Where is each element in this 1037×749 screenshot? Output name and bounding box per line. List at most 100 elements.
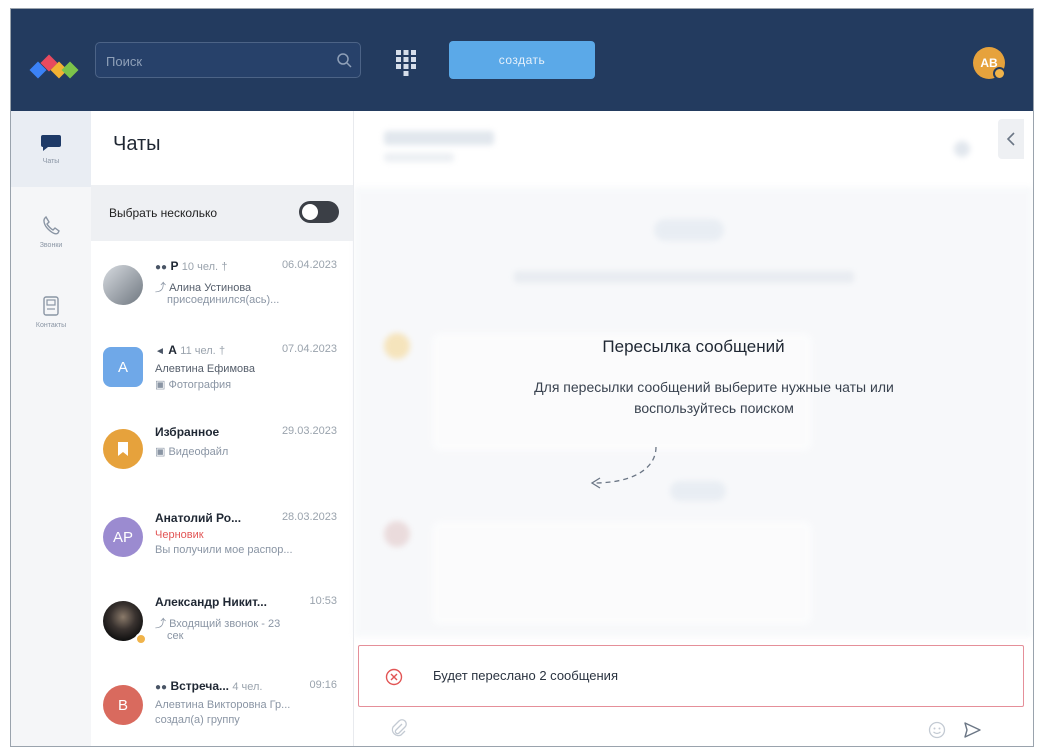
chat-preview: Видеофайл [168, 446, 229, 458]
chat-line2: ⤴ Алина Устинова [155, 279, 345, 295]
chat-list-item[interactable]: ●● Р 10 чел. † 06.04.2023 ⤴ Алина Устино… [91, 245, 353, 325]
chat-avatar: AP [103, 517, 143, 557]
chat-preview: Вы получили мое распор... [155, 544, 293, 556]
member-count: 4 чел. [232, 681, 263, 693]
select-multiple-label: Выбрать несколько [109, 206, 218, 220]
chat-date: 29.03.2023 [281, 425, 337, 437]
bookmark-icon [103, 429, 143, 469]
chat-date: 09:16 [309, 679, 337, 691]
chat-header: ◄ А 11 чел. † 07.04.2023 [155, 343, 345, 357]
search-input[interactable] [104, 43, 328, 79]
avatar-initials: AP [112, 528, 133, 546]
chat-preview: Входящий звонок - 23 [169, 618, 281, 630]
pin-icon: † [219, 345, 226, 357]
chat-header: Избранное 29.03.2023 [155, 425, 345, 439]
call-icon: ⤴ [155, 618, 170, 630]
chat-name: Встреча... [170, 679, 230, 693]
app-window: создать AB Чаты Звонки Контакты [10, 8, 1034, 747]
sidebar-item-contacts[interactable]: Контакты [11, 273, 91, 349]
dialpad-icon[interactable] [395, 49, 417, 77]
phone-icon [954, 141, 970, 157]
chat-avatar: A [103, 347, 143, 387]
panel-title: Чаты [113, 133, 161, 155]
sidebar: Чаты Звонки Контакты [11, 111, 92, 746]
select-multiple-row[interactable]: Выбрать несколько [91, 185, 353, 241]
chat-avatar-photo [103, 265, 143, 305]
chevron-left-icon [1006, 132, 1015, 146]
search-icon[interactable] [336, 52, 352, 68]
user-avatar[interactable]: AB [973, 47, 1006, 80]
chat-list-item[interactable]: Александр Никит... 10:53 ⤴ Входящий звон… [91, 573, 353, 653]
app-logo-icon [29, 54, 79, 79]
chat-date: 06.04.2023 [281, 259, 337, 271]
main-chat-area: Пересылка сообщений Для пересылки сообще… [354, 111, 1033, 746]
chat-header: ●● Встреча... 4 чел. 09:16 [155, 679, 345, 693]
forward-description: Для пересылки сообщений выберите нужные … [534, 379, 894, 416]
chat-preview: Фотография [168, 379, 232, 391]
chat-preview: создал(а) группу [155, 714, 240, 726]
chat-preview-name: Алевтина Викторовна Гр... [155, 699, 291, 711]
phone-icon [43, 215, 60, 235]
pin-icon: † [221, 261, 228, 273]
chat-header: ●● Р 10 чел. † 06.04.2023 [155, 259, 345, 273]
photo-icon: ▣ [155, 379, 169, 391]
draft-label: Черновик [155, 529, 204, 541]
blurred-message [432, 521, 812, 625]
member-count: 10 чел. [181, 261, 219, 273]
group-icon: ●● [155, 262, 168, 273]
forward-count-text: Будет переслано 2 сообщения [433, 668, 618, 683]
chat-line3: ▣ Фотография [155, 378, 345, 391]
video-icon: ▣ [155, 446, 169, 458]
chat-list-item[interactable]: AP Анатолий Ро... 28.03.2023 Черновик Вы… [91, 489, 353, 569]
create-button[interactable]: создать [449, 41, 595, 79]
sidebar-item-label: Чаты [42, 158, 60, 165]
chat-list-item[interactable]: B ●● Встреча... 4 чел. 09:16 Алевтина Ви… [91, 659, 353, 739]
chat-name: Избранное [155, 425, 220, 439]
sidebar-item-calls[interactable]: Звонки [11, 193, 91, 269]
cancel-forward-icon[interactable] [385, 668, 403, 686]
chat-date: 28.03.2023 [281, 511, 337, 523]
forward-bar: Будет переслано 2 сообщения [358, 645, 1024, 707]
blurred-date-chip [654, 219, 724, 241]
chat-header: Анатолий Ро... 28.03.2023 [155, 511, 345, 525]
member-count: 11 чел. [180, 345, 216, 357]
send-icon[interactable] [962, 720, 982, 740]
emoji-icon[interactable] [928, 721, 946, 739]
search-box[interactable] [95, 42, 361, 79]
chat-header: Александр Никит... 10:53 [155, 595, 345, 609]
sidebar-item-label: Звонки [39, 242, 63, 249]
chat-bubble-icon [41, 135, 61, 151]
megaphone-icon: ◄ [155, 346, 165, 357]
dashed-arrow-icon [590, 446, 657, 489]
call-icon: ⤴ [155, 282, 170, 294]
group-icon: ●● [155, 682, 168, 693]
blurred-header [384, 131, 494, 145]
chat-list-panel: Чаты Выбрать несколько ●● Р 10 чел. † 06… [91, 111, 354, 746]
chat-name: Анатолий Ро... [155, 511, 242, 525]
chat-list-item[interactable]: A ◄ А 11 чел. † 07.04.2023 Алевтина Ефим… [91, 325, 353, 405]
chat-name: Р [170, 259, 179, 273]
chat-name: А [168, 343, 177, 357]
status-dot [135, 633, 147, 645]
blurred-avatar [384, 521, 410, 547]
chat-line2: ⤴ Входящий звонок - 23 [155, 615, 345, 631]
avatar-initials: B [117, 696, 128, 714]
forward-title: Пересылка сообщений [602, 337, 785, 356]
attach-icon[interactable] [390, 719, 408, 739]
top-bar: создать AB [11, 9, 1033, 111]
blurred-subheader [384, 153, 454, 162]
select-multiple-toggle[interactable] [299, 201, 339, 223]
blurred-system-msg [514, 271, 854, 283]
chat-preview-cont: сек [167, 630, 184, 642]
online-status-dot [993, 67, 1006, 80]
collapse-panel-button[interactable] [998, 119, 1024, 159]
chat-name: Александр Никит... [155, 595, 267, 609]
chat-list-item[interactable]: Избранное 29.03.2023 ▣ Видеофайл [91, 405, 353, 485]
chat-preview: присоединился(ась)... [167, 294, 280, 306]
chat-preview-name: Алина Устинова [169, 282, 252, 294]
sidebar-item-chats[interactable]: Чаты [11, 111, 91, 187]
chat-avatar: B [103, 685, 143, 725]
message-input-row [354, 715, 1033, 746]
chat-date: 07.04.2023 [281, 343, 337, 355]
chat-preview-name: Алевтина Ефимова [155, 363, 255, 375]
